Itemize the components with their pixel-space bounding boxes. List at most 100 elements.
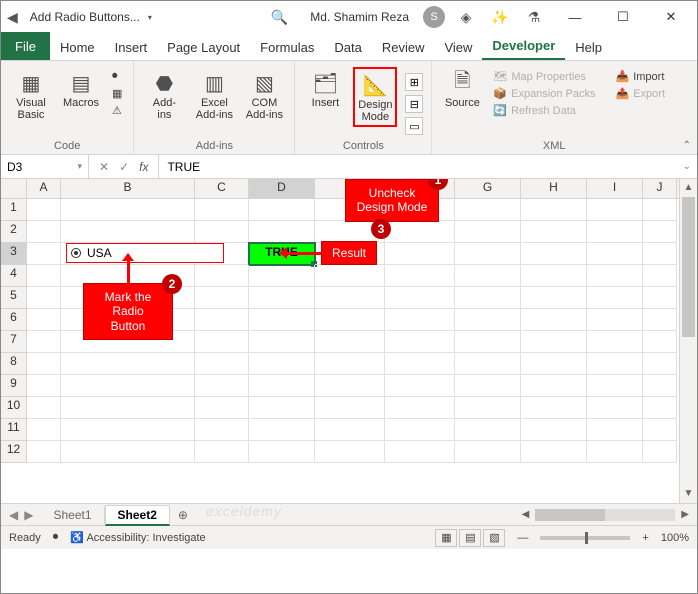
cell-C3[interactable] xyxy=(195,243,249,265)
col-header-c[interactable]: C xyxy=(195,179,249,198)
macro-record-icon[interactable]: ⏺ xyxy=(53,531,59,544)
sheet-tab-2[interactable]: Sheet2 xyxy=(105,505,170,526)
cell-F4[interactable] xyxy=(385,265,455,287)
cell-J8[interactable] xyxy=(643,353,677,375)
cell-F9[interactable] xyxy=(385,375,455,397)
cell-C6[interactable] xyxy=(195,309,249,331)
search-icon[interactable]: 🔍 xyxy=(271,9,288,26)
cell-E4[interactable] xyxy=(315,265,385,287)
cell-J3[interactable] xyxy=(643,243,677,265)
row-header-10[interactable]: 10 xyxy=(1,397,27,419)
cell-J10[interactable] xyxy=(643,397,677,419)
cell-F5[interactable] xyxy=(385,287,455,309)
row-header-4[interactable]: 4 xyxy=(1,265,27,287)
source-button[interactable]: 🗎 Source xyxy=(440,67,484,111)
cell-H4[interactable] xyxy=(521,265,587,287)
properties-icon[interactable]: ⊞ xyxy=(405,73,423,91)
close-button[interactable]: ✕ xyxy=(651,9,691,25)
cell-E8[interactable] xyxy=(315,353,385,375)
title-dropdown-icon[interactable]: ▾ xyxy=(148,13,152,22)
cell-H1[interactable] xyxy=(521,199,587,221)
cell-I12[interactable] xyxy=(587,441,643,463)
scroll-up-icon[interactable]: ▲ xyxy=(680,179,697,197)
cell-I4[interactable] xyxy=(587,265,643,287)
tab-formulas[interactable]: Formulas xyxy=(250,35,324,60)
cell-I6[interactable] xyxy=(587,309,643,331)
cell-I8[interactable] xyxy=(587,353,643,375)
hscroll-left-icon[interactable]: ◀ xyxy=(518,509,534,520)
new-sheet-button[interactable]: ⊕ xyxy=(170,508,196,522)
cell-A5[interactable] xyxy=(27,287,61,309)
cell-G4[interactable] xyxy=(455,265,521,287)
cell-E6[interactable] xyxy=(315,309,385,331)
cell-D6[interactable] xyxy=(249,309,315,331)
collapse-ribbon-icon[interactable]: ⌃ xyxy=(683,140,691,151)
hscroll-right-icon[interactable]: ▶ xyxy=(677,509,693,520)
wand-icon[interactable]: ✨ xyxy=(487,9,513,26)
cell-J4[interactable] xyxy=(643,265,677,287)
cell-F3[interactable] xyxy=(385,243,455,265)
cell-I10[interactable] xyxy=(587,397,643,419)
cell-H6[interactable] xyxy=(521,309,587,331)
cell-D4[interactable] xyxy=(249,265,315,287)
zoom-out-button[interactable]: — xyxy=(517,532,528,544)
cell-H7[interactable] xyxy=(521,331,587,353)
cell-F10[interactable] xyxy=(385,397,455,419)
cell-F12[interactable] xyxy=(385,441,455,463)
cell-D10[interactable] xyxy=(249,397,315,419)
row-header-2[interactable]: 2 xyxy=(1,221,27,243)
zoom-level[interactable]: 100% xyxy=(661,532,689,544)
cell-G7[interactable] xyxy=(455,331,521,353)
cell-B1[interactable] xyxy=(61,199,195,221)
cell-I3[interactable] xyxy=(587,243,643,265)
file-tab[interactable]: File xyxy=(1,32,50,60)
cell-A12[interactable] xyxy=(27,441,61,463)
cell-G10[interactable] xyxy=(455,397,521,419)
cell-F8[interactable] xyxy=(385,353,455,375)
col-header-a[interactable]: A xyxy=(27,179,61,198)
formula-input[interactable]: TRUE xyxy=(159,160,676,174)
cell-A7[interactable] xyxy=(27,331,61,353)
row-header-8[interactable]: 8 xyxy=(1,353,27,375)
cell-F2[interactable] xyxy=(385,221,455,243)
excel-addins-button[interactable]: ▥ Excel Add-ins xyxy=(192,67,236,123)
cell-J7[interactable] xyxy=(643,331,677,353)
cell-C11[interactable] xyxy=(195,419,249,441)
view-break-icon[interactable]: ▧ xyxy=(483,529,505,547)
cell-B10[interactable] xyxy=(61,397,195,419)
cell-G3[interactable] xyxy=(455,243,521,265)
cell-C9[interactable] xyxy=(195,375,249,397)
cell-H5[interactable] xyxy=(521,287,587,309)
col-header-h[interactable]: H xyxy=(521,179,587,198)
tab-help[interactable]: Help xyxy=(565,35,612,60)
cell-G6[interactable] xyxy=(455,309,521,331)
cell-H8[interactable] xyxy=(521,353,587,375)
col-header-i[interactable]: I xyxy=(587,179,643,198)
tab-home[interactable]: Home xyxy=(50,35,105,60)
view-page-icon[interactable]: ▤ xyxy=(459,529,481,547)
relative-ref-icon[interactable]: ▦ xyxy=(109,86,125,101)
name-box-dropdown-icon[interactable]: ▾ xyxy=(77,161,82,172)
cell-B9[interactable] xyxy=(61,375,195,397)
row-header-6[interactable]: 6 xyxy=(1,309,27,331)
cell-F7[interactable] xyxy=(385,331,455,353)
macro-security-icon[interactable]: ⚠ xyxy=(109,103,125,118)
cell-G5[interactable] xyxy=(455,287,521,309)
zoom-in-button[interactable]: + xyxy=(642,532,648,544)
tab-review[interactable]: Review xyxy=(372,35,435,60)
addins-button[interactable]: ⬣ Add- ins xyxy=(142,67,186,123)
tab-page-layout[interactable]: Page Layout xyxy=(157,35,250,60)
cell-C2[interactable] xyxy=(195,221,249,243)
sheet-nav-next-icon[interactable]: ▶ xyxy=(24,508,33,522)
cell-I5[interactable] xyxy=(587,287,643,309)
cell-A6[interactable] xyxy=(27,309,61,331)
cell-G9[interactable] xyxy=(455,375,521,397)
tab-developer[interactable]: Developer xyxy=(482,33,565,60)
cell-G8[interactable] xyxy=(455,353,521,375)
select-all-corner[interactable] xyxy=(1,179,27,198)
cell-C8[interactable] xyxy=(195,353,249,375)
view-code-icon[interactable]: ⊟ xyxy=(405,95,423,113)
row-header-1[interactable]: 1 xyxy=(1,199,27,221)
row-header-11[interactable]: 11 xyxy=(1,419,27,441)
cancel-formula-icon[interactable]: ✕ xyxy=(99,160,109,174)
